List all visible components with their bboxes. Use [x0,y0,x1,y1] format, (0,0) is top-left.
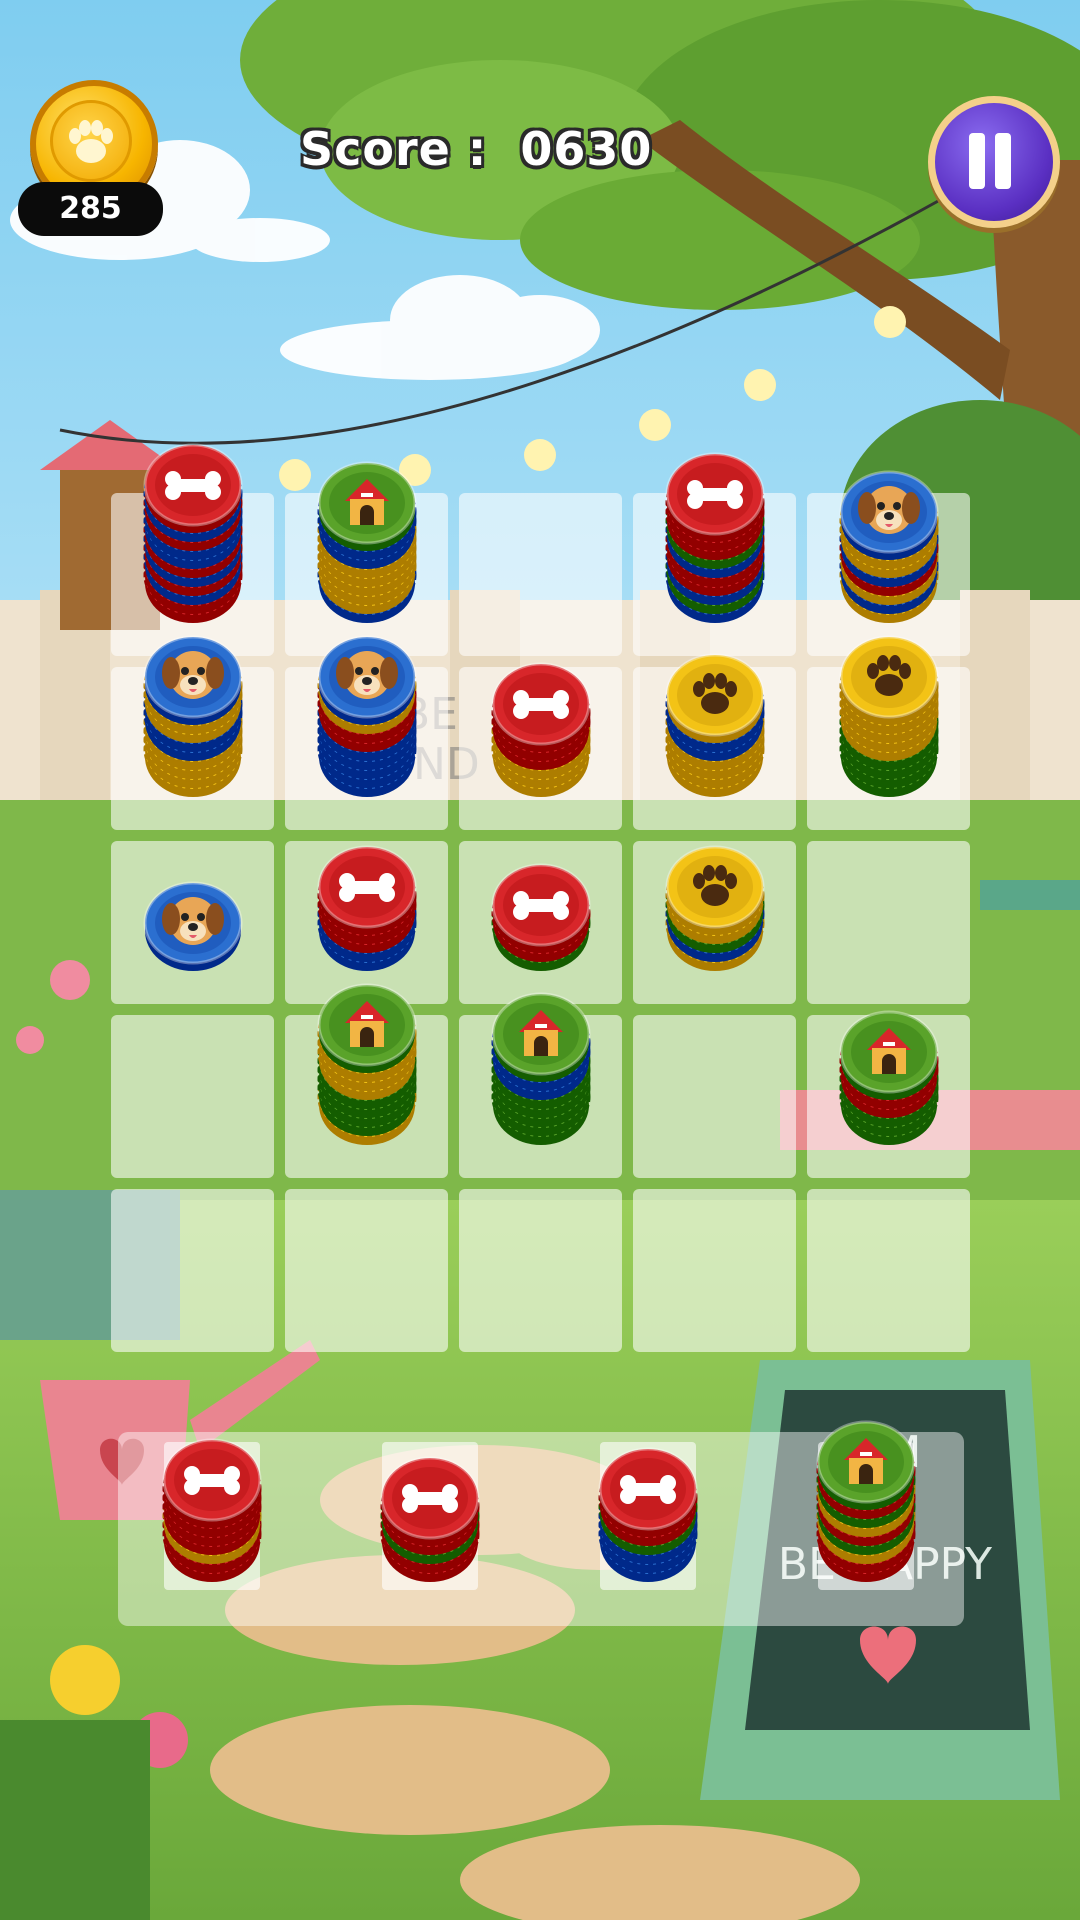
dog-icon [143,875,243,971]
bone-icon [665,446,765,542]
board-cell-r5c1[interactable] [111,1189,274,1352]
doghouse-icon [317,455,417,551]
board-cell-r4c4[interactable] [633,1015,796,1178]
paw-icon [665,839,765,935]
chip-stack-tray2[interactable] [380,1450,480,1582]
chip-stack-r2c4[interactable] [665,647,765,797]
chip-stack-r3c3[interactable] [491,857,591,971]
chip-stack-r1c4[interactable] [665,446,765,623]
doghouse-icon [317,977,417,1073]
chip-stack-r2c1[interactable] [143,629,243,797]
board-cell-r3c5[interactable] [807,841,970,1004]
bone-icon [162,1432,262,1528]
dog-icon [317,629,417,725]
paw-icon [665,647,765,743]
bone-icon [491,656,591,752]
dog-icon [143,629,243,725]
game-board [0,0,1080,1920]
chip-stack-tray1[interactable] [162,1432,262,1582]
board-cell-r5c4[interactable] [633,1189,796,1352]
chip-stack-r1c5[interactable] [839,464,939,623]
chip-stack-r4c3[interactable] [491,986,591,1145]
stack-tray [118,1420,964,1626]
chip-stack-r2c2[interactable] [317,629,417,797]
board-cell-r4c1[interactable] [111,1015,274,1178]
bone-icon [143,437,243,533]
board-cell-r5c2[interactable] [285,1189,448,1352]
chip-stack-r4c2[interactable] [317,977,417,1145]
chip-stack-r1c1[interactable] [143,437,243,623]
bone-icon [317,839,417,935]
board-cell-r1c3[interactable] [459,493,622,656]
dog-icon [839,464,939,560]
chip-stack-r2c3[interactable] [491,656,591,797]
board-cell-r5c5[interactable] [807,1189,970,1352]
chip-stack-tray3[interactable] [598,1441,698,1582]
chip-stack-r4c5[interactable] [839,1004,939,1145]
chip-stack-r3c2[interactable] [317,839,417,971]
bone-icon [380,1450,480,1546]
doghouse-icon [491,986,591,1082]
doghouse-icon [816,1414,916,1510]
bone-icon [491,857,591,953]
chip-stack-r1c2[interactable] [317,455,417,623]
doghouse-icon [839,1004,939,1100]
chip-stack-r2c5[interactable] [839,629,939,797]
paw-icon [839,629,939,725]
board-cell-r5c3[interactable] [459,1189,622,1352]
chip-stack-r3c4[interactable] [665,839,765,971]
bone-icon [598,1441,698,1537]
chip-stack-r3c1[interactable] [143,875,243,971]
chip-stack-tray4[interactable] [816,1414,916,1582]
